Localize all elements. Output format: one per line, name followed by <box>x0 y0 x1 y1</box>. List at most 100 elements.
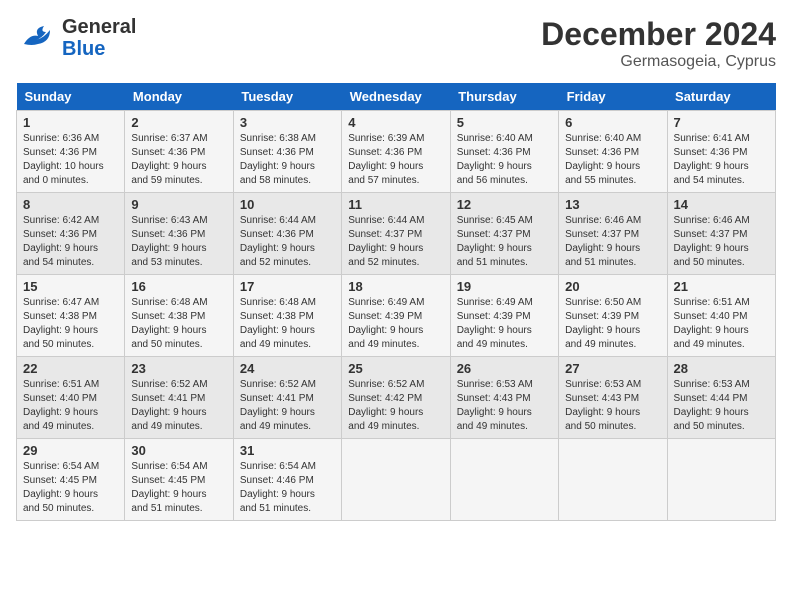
calendar-day-cell: 11 Sunrise: 6:44 AMSunset: 4:37 PMDayligh… <box>342 193 450 275</box>
day-number: 31 <box>240 443 335 458</box>
calendar-day-cell: 19 Sunrise: 6:49 AMSunset: 4:39 PMDayligh… <box>450 275 558 357</box>
day-info: Sunrise: 6:50 AMSunset: 4:39 PMDaylight:… <box>565 296 660 352</box>
day-number: 6 <box>565 115 660 130</box>
day-number: 21 <box>674 279 769 294</box>
calendar-day-cell <box>667 439 775 521</box>
calendar-day-cell <box>342 439 450 521</box>
day-number: 13 <box>565 197 660 212</box>
title-block: December 2024 Germasogeia, Cyprus <box>541 16 776 71</box>
day-number: 11 <box>348 197 443 212</box>
calendar-day-cell: 17 Sunrise: 6:48 AMSunset: 4:38 PMDayligh… <box>233 275 341 357</box>
day-info: Sunrise: 6:46 AMSunset: 4:37 PMDaylight:… <box>565 214 660 270</box>
day-of-week-header: Wednesday <box>342 83 450 111</box>
calendar-day-cell: 22 Sunrise: 6:51 AMSunset: 4:40 PMDayligh… <box>17 357 125 439</box>
calendar-table: SundayMondayTuesdayWednesdayThursdayFrid… <box>16 83 776 521</box>
day-info: Sunrise: 6:53 AMSunset: 4:44 PMDaylight:… <box>674 378 769 434</box>
calendar-day-cell: 27Sunrise: 6:53 AMSunset: 4:43 PMDayligh… <box>559 357 667 439</box>
day-number: 17 <box>240 279 335 294</box>
day-number: 1 <box>23 115 118 130</box>
day-of-week-header: Tuesday <box>233 83 341 111</box>
day-number: 16 <box>131 279 226 294</box>
day-of-week-header: Saturday <box>667 83 775 111</box>
calendar-subtitle: Germasogeia, Cyprus <box>541 53 776 71</box>
calendar-day-cell: 31Sunrise: 6:54 AMSunset: 4:46 PMDayligh… <box>233 439 341 521</box>
calendar-week-row: 1 Sunrise: 6:36 AMSunset: 4:36 PMDaylight… <box>17 111 776 193</box>
day-info: Sunrise: 6:54 AMSunset: 4:45 PMDaylight:… <box>131 460 226 516</box>
day-info: Sunrise: 6:49 AMSunset: 4:39 PMDaylight:… <box>457 296 552 352</box>
calendar-day-cell: 13 Sunrise: 6:46 AMSunset: 4:37 PMDayligh… <box>559 193 667 275</box>
calendar-day-cell: 15 Sunrise: 6:47 AMSunset: 4:38 PMDayligh… <box>17 275 125 357</box>
calendar-day-cell: 6 Sunrise: 6:40 AMSunset: 4:36 PMDaylight… <box>559 111 667 193</box>
day-number: 5 <box>457 115 552 130</box>
page-header: General Blue December 2024 Germasogeia, … <box>16 16 776 71</box>
day-info: Sunrise: 6:42 AMSunset: 4:36 PMDaylight:… <box>23 214 118 270</box>
calendar-day-cell: 29Sunrise: 6:54 AMSunset: 4:45 PMDayligh… <box>17 439 125 521</box>
day-info: Sunrise: 6:47 AMSunset: 4:38 PMDaylight:… <box>23 296 118 352</box>
calendar-day-cell: 9Sunrise: 6:43 AMSunset: 4:36 PMDaylight… <box>125 193 233 275</box>
calendar-day-cell: 30 Sunrise: 6:54 AMSunset: 4:45 PMDayligh… <box>125 439 233 521</box>
calendar-day-cell: 25 Sunrise: 6:52 AMSunset: 4:42 PMDayligh… <box>342 357 450 439</box>
day-number: 20 <box>565 279 660 294</box>
calendar-title: December 2024 <box>541 16 776 53</box>
day-info: Sunrise: 6:40 AMSunset: 4:36 PMDaylight:… <box>457 132 552 188</box>
day-info: Sunrise: 6:44 AMSunset: 4:36 PMDaylight:… <box>240 214 335 270</box>
day-info: Sunrise: 6:52 AMSunset: 4:42 PMDaylight:… <box>348 378 443 434</box>
calendar-day-cell: 14Sunrise: 6:46 AMSunset: 4:37 PMDayligh… <box>667 193 775 275</box>
calendar-day-cell: 21 Sunrise: 6:51 AMSunset: 4:40 PMDayligh… <box>667 275 775 357</box>
day-number: 26 <box>457 361 552 376</box>
day-of-week-header: Friday <box>559 83 667 111</box>
day-number: 15 <box>23 279 118 294</box>
day-number: 25 <box>348 361 443 376</box>
day-number: 12 <box>457 197 552 212</box>
day-number: 29 <box>23 443 118 458</box>
calendar-day-cell <box>559 439 667 521</box>
calendar-day-cell: 3 Sunrise: 6:38 AMSunset: 4:36 PMDaylight… <box>233 111 341 193</box>
day-info: Sunrise: 6:44 AMSunset: 4:37 PMDaylight:… <box>348 214 443 270</box>
logo-text: General Blue <box>62 16 136 60</box>
day-number: 30 <box>131 443 226 458</box>
day-info: Sunrise: 6:51 AMSunset: 4:40 PMDaylight:… <box>674 296 769 352</box>
day-number: 22 <box>23 361 118 376</box>
day-info: Sunrise: 6:39 AMSunset: 4:36 PMDaylight:… <box>348 132 443 188</box>
day-number: 10 <box>240 197 335 212</box>
logo-general-text: General <box>62 16 136 38</box>
day-number: 19 <box>457 279 552 294</box>
calendar-day-cell: 12 Sunrise: 6:45 AMSunset: 4:37 PMDayligh… <box>450 193 558 275</box>
day-number: 27 <box>565 361 660 376</box>
calendar-day-cell: 16Sunrise: 6:48 AMSunset: 4:38 PMDayligh… <box>125 275 233 357</box>
day-info: Sunrise: 6:40 AMSunset: 4:36 PMDaylight:… <box>565 132 660 188</box>
day-info: Sunrise: 6:36 AMSunset: 4:36 PMDaylight:… <box>23 132 118 188</box>
calendar-day-cell: 5 Sunrise: 6:40 AMSunset: 4:36 PMDaylight… <box>450 111 558 193</box>
calendar-day-cell: 1 Sunrise: 6:36 AMSunset: 4:36 PMDaylight… <box>17 111 125 193</box>
day-info: Sunrise: 6:38 AMSunset: 4:36 PMDaylight:… <box>240 132 335 188</box>
day-number: 7 <box>674 115 769 130</box>
calendar-day-cell: 2Sunrise: 6:37 AMSunset: 4:36 PMDaylight… <box>125 111 233 193</box>
logo-bird-icon <box>16 16 60 60</box>
day-of-week-header: Monday <box>125 83 233 111</box>
day-info: Sunrise: 6:41 AMSunset: 4:36 PMDaylight:… <box>674 132 769 188</box>
calendar-body: 1 Sunrise: 6:36 AMSunset: 4:36 PMDaylight… <box>17 111 776 521</box>
day-info: Sunrise: 6:45 AMSunset: 4:37 PMDaylight:… <box>457 214 552 270</box>
calendar-day-cell: 23Sunrise: 6:52 AMSunset: 4:41 PMDayligh… <box>125 357 233 439</box>
day-of-week-header: Thursday <box>450 83 558 111</box>
day-info: Sunrise: 6:51 AMSunset: 4:40 PMDaylight:… <box>23 378 118 434</box>
day-number: 9 <box>131 197 226 212</box>
day-info: Sunrise: 6:46 AMSunset: 4:37 PMDaylight:… <box>674 214 769 270</box>
calendar-week-row: 15 Sunrise: 6:47 AMSunset: 4:38 PMDayligh… <box>17 275 776 357</box>
calendar-day-cell: 24 Sunrise: 6:52 AMSunset: 4:41 PMDayligh… <box>233 357 341 439</box>
calendar-day-cell: 4 Sunrise: 6:39 AMSunset: 4:36 PMDaylight… <box>342 111 450 193</box>
day-info: Sunrise: 6:53 AMSunset: 4:43 PMDaylight:… <box>457 378 552 434</box>
calendar-day-cell: 28Sunrise: 6:53 AMSunset: 4:44 PMDayligh… <box>667 357 775 439</box>
calendar-week-row: 22 Sunrise: 6:51 AMSunset: 4:40 PMDayligh… <box>17 357 776 439</box>
calendar-week-row: 29 Sunrise: 6:54 AMSunset: 4:45 PMDayligh… <box>17 439 776 521</box>
day-info: Sunrise: 6:52 AMSunset: 4:41 PMDaylight:… <box>240 378 335 434</box>
calendar-week-row: 8Sunrise: 6:42 AMSunset: 4:36 PMDaylight… <box>17 193 776 275</box>
day-number: 3 <box>240 115 335 130</box>
calendar-day-cell <box>450 439 558 521</box>
calendar-day-cell: 7 Sunrise: 6:41 AMSunset: 4:36 PMDaylight… <box>667 111 775 193</box>
day-number: 4 <box>348 115 443 130</box>
calendar-day-cell: 20 Sunrise: 6:50 AMSunset: 4:39 PMDayligh… <box>559 275 667 357</box>
day-info: Sunrise: 6:48 AMSunset: 4:38 PMDaylight:… <box>240 296 335 352</box>
day-of-week-header: Sunday <box>17 83 125 111</box>
day-number: 24 <box>240 361 335 376</box>
